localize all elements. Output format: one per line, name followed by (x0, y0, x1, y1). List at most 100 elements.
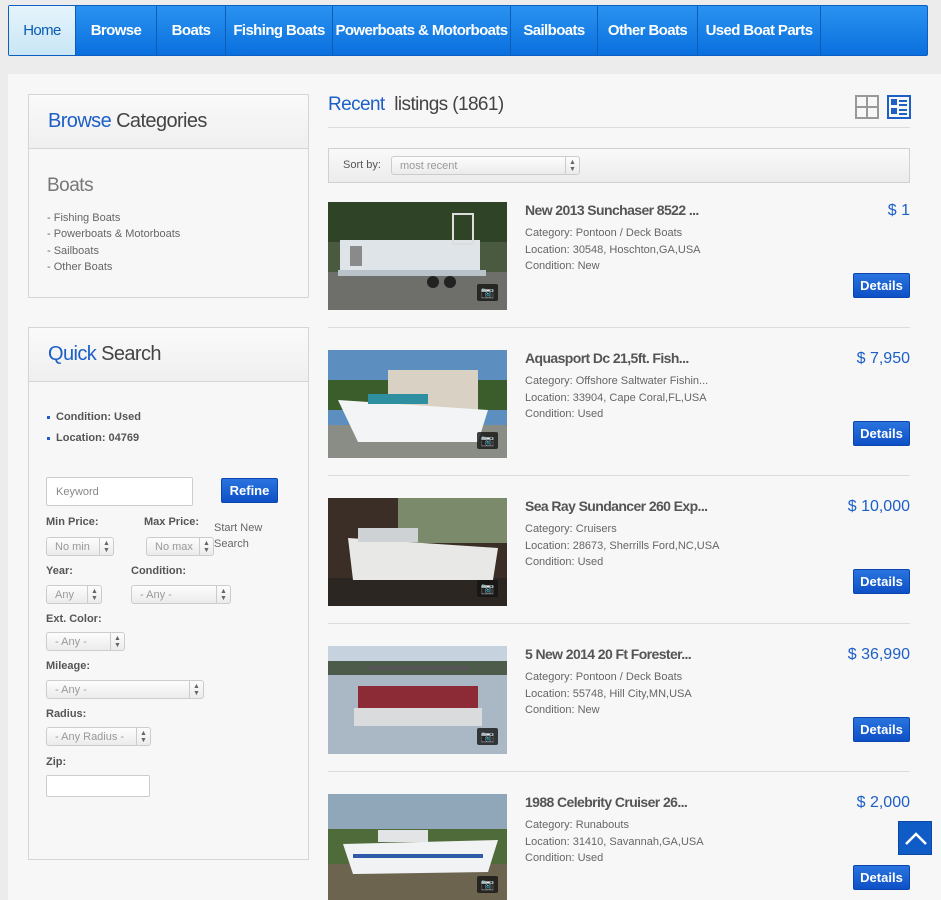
chevron-up-icon (905, 832, 927, 845)
listing-item: 📷 5 New 2014 20 Ft Forester... Category:… (328, 646, 910, 772)
condition-label: Condition: (131, 565, 186, 577)
select-value: No min (55, 540, 90, 553)
zip-input[interactable] (46, 775, 150, 797)
camera-icon: 📷 (477, 284, 498, 301)
listing-photo[interactable]: 📷 (328, 646, 507, 754)
listing-category: Category: Runabouts (525, 819, 629, 831)
category-section-title[interactable]: Boats (47, 175, 94, 197)
divider (328, 475, 910, 476)
details-button[interactable]: Details (853, 421, 910, 446)
listing-item: 📷 1988 Celebrity Cruiser 26... Category:… (328, 794, 910, 900)
main-panel: Browse Categories Boats - Fishing Boats … (8, 74, 941, 900)
listing-meta: Category: Runabouts Location: 31410, Sav… (525, 817, 704, 867)
radius-label: Radius: (46, 708, 87, 720)
browse-categories-box: Browse Categories Boats - Fishing Boats … (28, 94, 309, 298)
listing-location: Location: 31410, Savannah,GA,USA (525, 835, 704, 848)
category-link-fishing[interactable]: - Fishing Boats (47, 210, 180, 226)
select-arrow-icon: ▲ ▼ (189, 681, 203, 698)
max-price-label: Max Price: (144, 516, 200, 528)
nav-boats[interactable]: Boats (157, 6, 226, 55)
bullet-icon (47, 415, 50, 419)
listing-title[interactable]: Aquasport Dc 21,5ft. Fish... (525, 350, 689, 366)
condition-select[interactable]: - Any - ▲ ▼ (131, 585, 231, 604)
keyword-input[interactable]: Keyword (46, 477, 193, 506)
category-link-sailboats[interactable]: - Sailboats (47, 243, 180, 259)
nav-other-boats[interactable]: Other Boats (598, 6, 698, 55)
ext-color-label: Ext. Color: (46, 613, 102, 625)
filter-label: Condition: Used (56, 411, 141, 423)
divider (328, 327, 910, 328)
listing-condition: Condition: Used (525, 852, 604, 864)
year-select[interactable]: Any ▲ ▼ (46, 585, 102, 604)
select-arrow-icon: ▲ ▼ (136, 728, 150, 745)
listing-price: $ 10,000 (847, 498, 910, 515)
listing-condition: Condition: New (525, 260, 600, 272)
nav-fishing-boats[interactable]: Fishing Boats (226, 6, 333, 55)
zip-label: Zip: (46, 756, 67, 768)
listing-title[interactable]: 1988 Celebrity Cruiser 26... (525, 794, 688, 810)
nav-browse[interactable]: Browse (76, 6, 157, 55)
camera-icon: 📷 (477, 432, 498, 449)
listing-condition: Condition: New (525, 704, 600, 716)
listing-price: $ 2,000 (856, 794, 910, 811)
sort-bar: Sort by: most recent ▲ ▼ (328, 148, 910, 183)
start-new-search-link[interactable]: Start New Search (214, 520, 274, 552)
quick-search-heading: Quick Search (29, 328, 308, 382)
nav-used-boat-parts[interactable]: Used Boat Parts (698, 6, 821, 55)
nav-sailboats[interactable]: Sailboats (511, 6, 598, 55)
listing-title[interactable]: Sea Ray Sundancer 260 Exp... (525, 498, 708, 514)
listing-location: Location: 30548, Hoschton,GA,USA (525, 243, 701, 256)
select-arrow-icon: ▲ ▼ (216, 586, 230, 603)
min-price-select[interactable]: No min ▲ ▼ (46, 537, 114, 556)
select-arrow-icon: ▲ ▼ (99, 538, 113, 555)
view-toggle (855, 95, 911, 119)
select-value: - Any - (55, 683, 87, 696)
active-filter[interactable]: Condition: Used (47, 411, 141, 423)
back-to-top-button[interactable] (898, 821, 932, 855)
listing-item: 📷 New 2013 Sunchaser 8522 ... Category: … (328, 202, 910, 328)
listing-photo[interactable]: 📷 (328, 794, 507, 900)
heading-rest: Categories (116, 110, 207, 132)
listing-photo[interactable]: 📷 (328, 350, 507, 458)
details-button[interactable]: Details (853, 569, 910, 594)
camera-icon: 📷 (477, 876, 498, 893)
browse-categories-heading: Browse Categories (29, 95, 308, 149)
sort-select[interactable]: most recent ▲ ▼ (391, 156, 580, 175)
radius-select[interactable]: - Any Radius - ▲ ▼ (46, 727, 151, 746)
list-view-icon[interactable] (887, 95, 911, 119)
listing-photo[interactable]: 📷 (328, 498, 507, 606)
listing-item: 📷 Aquasport Dc 21,5ft. Fish... Category:… (328, 350, 910, 476)
mileage-select[interactable]: - Any - ▲ ▼ (46, 680, 204, 699)
nav-home[interactable]: Home (9, 6, 76, 55)
details-button[interactable]: Details (853, 273, 910, 298)
details-button[interactable]: Details (853, 865, 910, 890)
listing-title[interactable]: New 2013 Sunchaser 8522 ... (525, 202, 699, 218)
listing-category: Category: Cruisers (525, 523, 617, 535)
max-price-select[interactable]: No max ▲ ▼ (146, 537, 214, 556)
nav-powerboats[interactable]: Powerboats & Motorboats (333, 6, 511, 55)
heading-accent: Browse (48, 110, 112, 132)
listing-photo[interactable]: 📷 (328, 202, 507, 310)
active-filter[interactable]: Location: 04769 (47, 432, 139, 444)
year-label: Year: (46, 565, 73, 577)
sort-label: Sort by: (343, 159, 381, 171)
listing-title[interactable]: 5 New 2014 20 Ft Forester... (525, 646, 692, 662)
grid-view-icon[interactable] (855, 95, 879, 119)
listing-meta: Category: Offshore Saltwater Fishin... L… (525, 373, 708, 423)
select-arrow-icon: ▲ ▼ (110, 633, 124, 650)
listing-location: Location: 55748, Hill City,MN,USA (525, 687, 692, 700)
select-value: - Any - (140, 588, 172, 601)
category-list: - Fishing Boats - Powerboats & Motorboat… (47, 210, 180, 275)
category-link-other[interactable]: - Other Boats (47, 259, 180, 275)
details-button[interactable]: Details (853, 717, 910, 742)
category-link-powerboats[interactable]: - Powerboats & Motorboats (47, 226, 180, 242)
select-value: - Any Radius - (55, 730, 125, 743)
camera-icon: 📷 (477, 728, 498, 745)
ext-color-select[interactable]: - Any - ▲ ▼ (46, 632, 125, 651)
listing-price: $ 7,950 (856, 350, 910, 367)
listing-category: Category: Pontoon / Deck Boats (525, 227, 683, 239)
listing-location: Location: 28673, Sherrills Ford,NC,USA (525, 539, 720, 552)
select-value: most recent (400, 159, 458, 172)
refine-button[interactable]: Refine (221, 478, 278, 503)
min-price-label: Min Price: (46, 516, 99, 528)
